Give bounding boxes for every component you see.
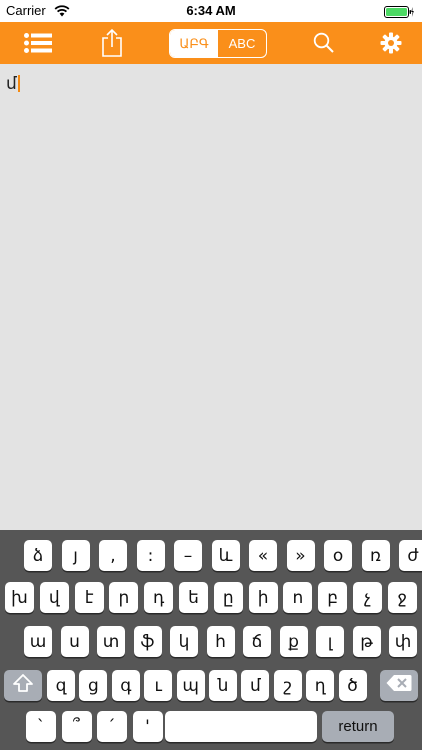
segment-armenian[interactable]: ԱԲԳ — [170, 30, 218, 57]
key[interactable]: ղ — [306, 670, 335, 701]
key[interactable]: ւ — [144, 670, 173, 701]
shift-icon — [12, 673, 34, 698]
key[interactable]: վ — [39, 582, 69, 613]
key[interactable]: ց — [79, 670, 108, 701]
key[interactable]: հ — [206, 626, 235, 657]
share-icon[interactable] — [94, 22, 130, 64]
segment-latin[interactable]: ABC — [218, 30, 266, 57]
key[interactable]: կ — [170, 626, 198, 657]
search-icon[interactable] — [308, 22, 340, 64]
key[interactable]: : — [136, 540, 165, 571]
key[interactable]: ը — [213, 582, 243, 613]
key[interactable]: շ — [273, 670, 302, 701]
armenian-keyboard: ձ յ,: – և « » օ ռ ժ խվէրդեըիոբչջ աստֆկհճքլթփ զցգ… — [0, 530, 422, 750]
editor-text: մ — [6, 74, 17, 94]
key[interactable]: օ — [324, 540, 352, 571]
key[interactable]: « — [249, 540, 277, 571]
key[interactable]: ձ — [24, 540, 52, 571]
backspace-icon — [386, 674, 412, 697]
text-caret — [17, 75, 20, 92]
key[interactable]: զ — [47, 670, 75, 701]
key[interactable]: պ — [176, 670, 205, 701]
list-icon[interactable] — [16, 22, 60, 64]
key[interactable]: » — [286, 540, 315, 571]
key[interactable]: ր — [109, 582, 139, 613]
battery-icon — [384, 5, 414, 18]
key[interactable]: տ — [97, 626, 125, 657]
key[interactable]: փ — [389, 626, 417, 657]
key[interactable]: յ — [61, 540, 90, 571]
key[interactable]: դ — [144, 582, 174, 613]
key[interactable]: գ — [111, 670, 140, 701]
key[interactable]: լ — [316, 626, 344, 657]
clock: 6:34 AM — [186, 3, 236, 18]
space-bar[interactable] — [165, 711, 317, 742]
key[interactable]: ո — [283, 582, 313, 613]
key[interactable]: ' — [132, 711, 163, 742]
key[interactable]: ջ — [387, 582, 417, 613]
shift-key[interactable] — [4, 670, 42, 701]
gear-icon[interactable] — [374, 22, 408, 64]
key[interactable]: ժ — [399, 540, 422, 571]
key[interactable]: չ — [353, 582, 382, 613]
key[interactable]: ս — [60, 626, 89, 657]
key[interactable]: ն — [209, 670, 237, 701]
key[interactable]: թ — [352, 626, 381, 657]
key[interactable]: ֆ — [133, 626, 162, 657]
editor-content[interactable]: մ — [6, 74, 20, 94]
key[interactable]: , — [99, 540, 127, 571]
key[interactable]: և — [211, 540, 240, 571]
key[interactable]: ե — [179, 582, 208, 613]
key[interactable]: ` — [26, 711, 56, 742]
app-window: Carrier 6:34 AM ԱԲԳ ABC մ ձ յ ,: – և « … — [0, 0, 422, 750]
key[interactable]: ք — [279, 626, 308, 657]
key[interactable]: խ — [5, 582, 34, 613]
key[interactable]: ի — [248, 582, 278, 613]
toolbar: ԱԲԳ ABC — [0, 22, 422, 64]
key[interactable]: – — [174, 540, 202, 571]
text-editor[interactable]: մ — [0, 64, 422, 530]
key[interactable]: մ — [241, 670, 270, 701]
status-bar: Carrier 6:34 AM — [0, 0, 422, 22]
return-key[interactable]: return — [322, 711, 394, 742]
key[interactable]: ա — [24, 626, 52, 657]
key[interactable]: ճ — [243, 626, 271, 657]
key[interactable]: բ — [318, 582, 348, 613]
keyboard-layout-toggle: ԱԲԳ ABC — [169, 29, 267, 58]
key[interactable]: է — [74, 582, 104, 613]
key[interactable]: ՞ — [61, 711, 92, 742]
backspace-key[interactable] — [380, 670, 418, 701]
key[interactable]: ծ — [338, 670, 367, 701]
key[interactable]: ռ — [361, 540, 390, 571]
key[interactable]: ՛ — [97, 711, 127, 742]
